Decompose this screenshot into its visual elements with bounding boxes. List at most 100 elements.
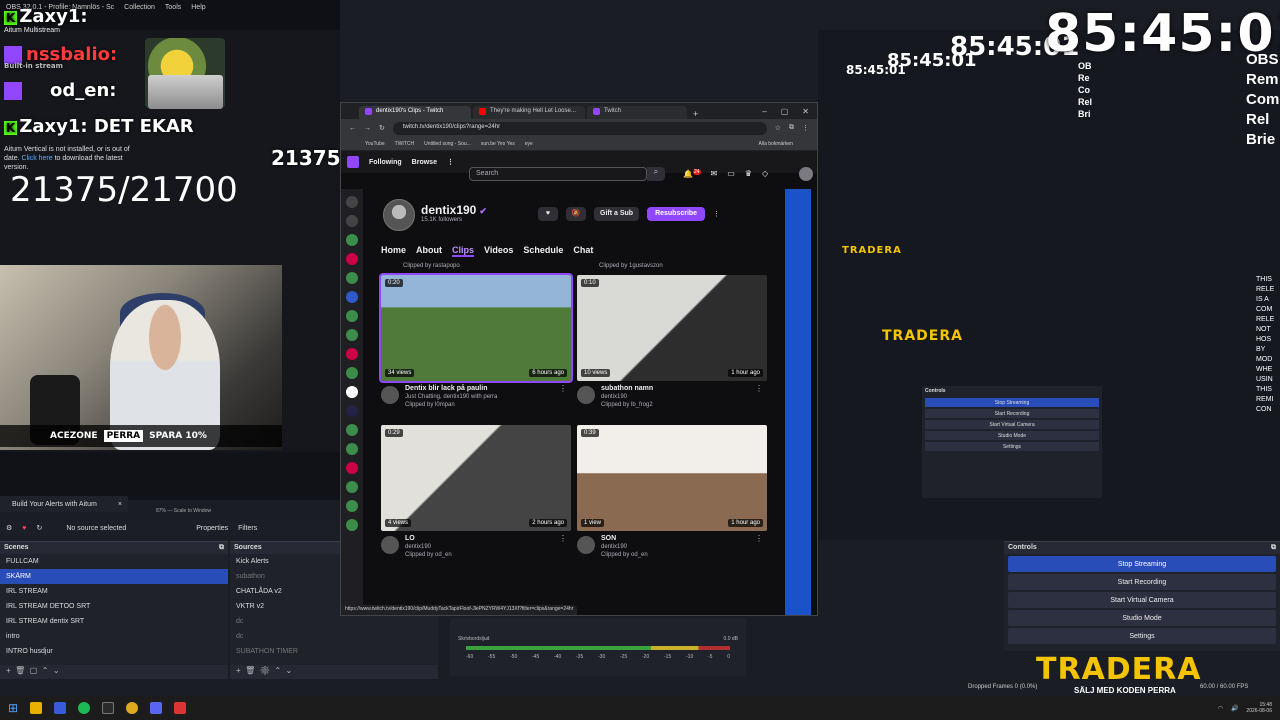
- search-icon[interactable]: ⌕: [647, 167, 665, 181]
- sidebar-avatar[interactable]: [346, 272, 358, 284]
- volume-meter[interactable]: [466, 646, 730, 650]
- scene-item-selected[interactable]: SKÄRM: [0, 569, 228, 584]
- inbox-icon[interactable]: ✉: [711, 169, 718, 179]
- more-options-icon[interactable]: ⋮: [559, 385, 567, 393]
- close-icon[interactable]: ×: [118, 501, 122, 508]
- sidebar-avatar[interactable]: [346, 462, 358, 474]
- clip-category[interactable]: dentix190: [405, 543, 571, 551]
- gear-icon[interactable]: ⚙: [6, 524, 12, 532]
- clock[interactable]: 15:48 2026-08-06: [1246, 702, 1272, 714]
- tab-chat[interactable]: Chat: [573, 245, 593, 257]
- channel-avatar[interactable]: [383, 199, 415, 231]
- maximize-icon[interactable]: ▢: [781, 107, 789, 116]
- sidebar-avatar[interactable]: [346, 253, 358, 265]
- chevron-down-icon[interactable]: ⌄: [286, 666, 293, 675]
- add-icon[interactable]: +: [6, 666, 11, 675]
- update-link[interactable]: Click here: [22, 155, 53, 162]
- refresh-icon[interactable]: ↻: [36, 524, 42, 532]
- back-icon[interactable]: ←: [349, 125, 356, 132]
- close-icon[interactable]: ✕: [802, 107, 809, 116]
- twitch-search-input[interactable]: Search: [469, 167, 647, 181]
- whispers-icon[interactable]: ▭: [727, 169, 735, 179]
- obs-icon[interactable]: [102, 702, 115, 714]
- resubscribe-button[interactable]: Resubscribe: [647, 207, 706, 221]
- clip-title[interactable]: subathon namn: [601, 385, 767, 393]
- star-icon[interactable]: ☆: [775, 124, 781, 132]
- new-tab-button[interactable]: +: [689, 109, 702, 119]
- sidebar-avatar[interactable]: [346, 386, 358, 398]
- extensions-icon[interactable]: ⧉: [789, 124, 794, 132]
- browser-tab[interactable]: Twitch: [587, 106, 687, 119]
- scene-item[interactable]: INTRO husdjur: [0, 644, 228, 659]
- more-options-icon[interactable]: ⋮: [755, 535, 763, 543]
- bookmark-youtube[interactable]: YouTube: [365, 141, 385, 147]
- chrome-icon[interactable]: [126, 702, 139, 714]
- filters-button[interactable]: Filters: [238, 525, 257, 532]
- clip-thumbnail[interactable]: 0:29 4 views 2 hours ago: [381, 425, 571, 531]
- user-avatar[interactable]: [799, 167, 813, 181]
- notification-bell-button[interactable]: 🔕: [566, 207, 586, 221]
- wifi-icon[interactable]: ◠: [1218, 705, 1223, 712]
- prime-icon[interactable]: ◇: [762, 169, 768, 179]
- follow-heart-button[interactable]: ♥: [538, 207, 558, 221]
- tab-home[interactable]: Home: [381, 245, 406, 257]
- notifications-icon[interactable]: 🔔24: [683, 169, 701, 179]
- twitch-logo-icon[interactable]: [347, 156, 359, 168]
- start-virtual-camera-button[interactable]: Start Virtual Camera: [1008, 592, 1276, 608]
- add-icon[interactable]: +: [236, 666, 241, 675]
- clip-thumbnail[interactable]: 0:10 10 views 1 hour ago: [577, 275, 767, 381]
- page-scrollbar[interactable]: [785, 189, 811, 615]
- scene-item[interactable]: FULLCAM: [0, 554, 228, 569]
- file-explorer-icon[interactable]: [30, 702, 43, 714]
- menu-help[interactable]: Help: [191, 4, 205, 26]
- sidebar-avatar[interactable]: [346, 405, 358, 417]
- clip-channel-avatar[interactable]: [577, 536, 595, 554]
- more-options-icon[interactable]: ⋮: [755, 385, 763, 393]
- clip-thumbnail[interactable]: 0:20 34 views 6 hours ago: [379, 273, 573, 383]
- forward-icon[interactable]: →: [364, 125, 371, 132]
- clip-channel-avatar[interactable]: [577, 386, 595, 404]
- crown-icon[interactable]: ♛: [745, 169, 752, 179]
- nav-following[interactable]: Following: [369, 159, 402, 166]
- discord-icon[interactable]: [150, 702, 163, 714]
- sidebar-avatar[interactable]: [346, 310, 358, 322]
- teams-icon[interactable]: [54, 702, 67, 714]
- start-recording-button[interactable]: Start Recording: [1008, 574, 1276, 590]
- clip-card[interactable]: 0:20 34 views 6 hours ago Dentix blir la…: [379, 273, 573, 417]
- clip-title[interactable]: Dentix blir lack på paulin: [405, 385, 571, 393]
- trash-icon[interactable]: 🗑: [245, 666, 255, 675]
- clip-category[interactable]: dentix190: [601, 393, 767, 401]
- clip-category[interactable]: dentix190: [601, 543, 767, 551]
- stop-streaming-button[interactable]: Stop Streaming: [1008, 556, 1276, 572]
- bookmark-song[interactable]: Untitled song - Sou...: [424, 141, 471, 147]
- properties-button[interactable]: Properties: [196, 525, 228, 532]
- clip-title[interactable]: LO: [405, 535, 571, 543]
- windows-start-icon[interactable]: ⊞: [8, 701, 18, 715]
- nav-browse[interactable]: Browse: [412, 159, 437, 166]
- clip-thumbnail[interactable]: 0:39 1 view 1 hour ago: [577, 425, 767, 531]
- clip-card[interactable]: 0:39 1 view 1 hour ago SON dentix190 Cli…: [577, 425, 767, 567]
- scene-item[interactable]: IRL STREAM DETOO SRT: [0, 599, 228, 614]
- sidebar-avatar[interactable]: [346, 291, 358, 303]
- bookmark-twitch[interactable]: TWITCH: [395, 141, 414, 147]
- clip-card[interactable]: 0:10 10 views 1 hour ago subathon namn d…: [577, 275, 767, 417]
- clip-channel-avatar[interactable]: [381, 386, 399, 404]
- source-item[interactable]: dc: [230, 629, 438, 644]
- chevron-up-icon[interactable]: ⌃: [42, 666, 49, 675]
- settings-button[interactable]: Settings: [1008, 628, 1276, 644]
- trash-icon[interactable]: 🗑: [15, 666, 25, 675]
- browser-tab-active[interactable]: dentix190's Clips - Twitch: [359, 106, 471, 119]
- gift-sub-button[interactable]: Gift a Sub: [594, 207, 640, 221]
- sidebar-avatar[interactable]: [346, 481, 358, 493]
- sidebar-avatar[interactable]: [346, 500, 358, 512]
- spotify-icon[interactable]: [78, 702, 91, 714]
- sidebar-avatar[interactable]: [346, 424, 358, 436]
- scene-item[interactable]: IRL STREAM dentix SRT: [0, 614, 228, 629]
- sidebar-avatar[interactable]: [346, 443, 358, 455]
- more-options-icon[interactable]: ⋮: [713, 210, 720, 218]
- volume-icon[interactable]: 🔊: [1231, 705, 1238, 712]
- chevron-down-icon[interactable]: ⌄: [53, 666, 60, 675]
- bookmark-eye[interactable]: eye: [525, 141, 533, 147]
- sidebar-avatar[interactable]: [346, 215, 358, 227]
- bookmark-sunbe[interactable]: sun.be Yes Yes: [481, 141, 515, 147]
